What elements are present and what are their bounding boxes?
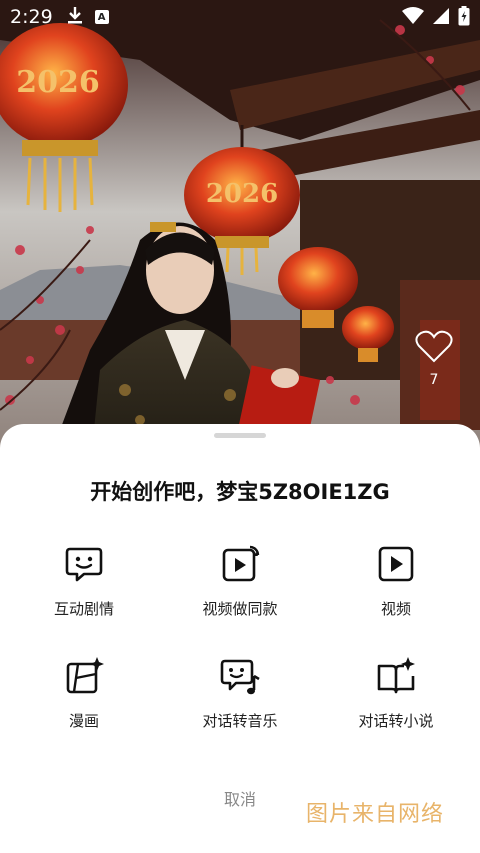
battery-charging-icon	[458, 6, 470, 30]
option-label: 视频	[380, 600, 411, 618]
heart-icon[interactable]	[415, 330, 453, 368]
option-interactive-story[interactable]: 互动剧情	[4, 544, 164, 619]
status-time: 2:29	[10, 6, 53, 28]
option-chat-to-music[interactable]: 对话转音乐	[160, 656, 320, 731]
option-label: 对话转小说	[358, 712, 434, 730]
lantern-text-2: 2026	[206, 179, 278, 209]
video-play-icon	[376, 544, 416, 584]
wifi-icon	[402, 7, 424, 29]
status-bar: 2:29 A	[0, 0, 480, 34]
option-label: 漫画	[68, 712, 99, 730]
option-comic[interactable]: 漫画	[4, 656, 164, 731]
watermark-text: 图片来自网络	[306, 802, 445, 827]
background-illustration: 2026 2026	[0, 0, 480, 470]
like-count: 7	[429, 372, 439, 388]
a-badge-icon: A	[94, 10, 109, 24]
cancel-button[interactable]: 取消	[190, 786, 290, 810]
chat-music-icon	[220, 656, 260, 696]
sheet-title: 开始创作吧，梦宝5Z8OIE1ZG	[90, 480, 390, 504]
option-video-remix[interactable]: 视频做同款	[160, 544, 320, 619]
chat-face-icon	[64, 544, 104, 584]
download-icon	[67, 6, 83, 28]
signal-icon	[432, 7, 450, 29]
like-area: 7	[414, 330, 454, 388]
comic-sparkle-icon	[64, 656, 104, 696]
video-remix-icon	[220, 544, 260, 584]
create-bottom-sheet: 开始创作吧，梦宝5Z8OIE1ZG 互动剧情 视频做同款 视频 漫画 对话转音乐…	[0, 424, 480, 853]
option-chat-to-novel[interactable]: 对话转小说	[316, 656, 476, 731]
option-label: 对话转音乐	[202, 712, 278, 730]
drag-handle[interactable]	[214, 433, 266, 438]
option-label: 互动剧情	[53, 600, 114, 618]
lantern-text-1: 2026	[16, 65, 100, 100]
book-sparkle-icon	[376, 656, 416, 696]
option-video[interactable]: 视频	[316, 544, 476, 619]
option-label: 视频做同款	[202, 600, 278, 618]
